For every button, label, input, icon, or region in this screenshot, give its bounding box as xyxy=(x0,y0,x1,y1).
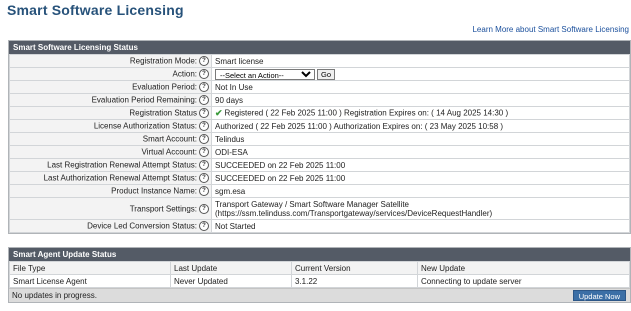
agent-update-panel: Smart Agent Update Status File Type Last… xyxy=(8,247,631,303)
license-auth-status-label: License Authorization Status: xyxy=(93,121,197,131)
row-virtual-account: Virtual Account:? ODI-ESA xyxy=(9,145,630,159)
transport-settings-label: Transport Settings: xyxy=(129,204,197,213)
virtual-account-label: Virtual Account: xyxy=(141,147,197,157)
agent-update-footer: No updates in progress. Update Now xyxy=(9,288,630,302)
transport-settings-line1: Transport Gateway / Smart Software Manag… xyxy=(215,199,410,209)
transport-settings-line2: (https://ssm.telinduss.com/Transportgate… xyxy=(215,208,493,218)
column-last-update: Last Update xyxy=(170,261,292,275)
product-instance-label: Product Instance Name: xyxy=(111,186,197,196)
new-update-cell: Connecting to update server xyxy=(417,274,630,288)
update-now-button[interactable]: Update Now xyxy=(572,290,626,301)
row-license-auth-status: License Authorization Status:? Authorize… xyxy=(9,119,630,133)
help-icon[interactable]: ? xyxy=(199,160,209,170)
evaluation-remaining-value: 90 days xyxy=(211,93,630,107)
help-icon[interactable]: ? xyxy=(199,108,209,118)
smart-account-label: Smart Account: xyxy=(142,134,197,144)
page-title: Smart Software Licensing xyxy=(7,2,184,18)
device-led-conversion-value: Not Started xyxy=(211,219,630,233)
virtual-account-value: ODI-ESA xyxy=(211,145,630,159)
column-current-version: Current Version xyxy=(291,261,418,275)
licensing-status-table: Registration Mode:? Smart license Action… xyxy=(9,54,630,233)
evaluation-period-value: Not In Use xyxy=(211,80,630,94)
help-icon[interactable]: ? xyxy=(199,69,209,79)
help-icon[interactable]: ? xyxy=(199,121,209,131)
help-icon[interactable]: ? xyxy=(199,221,209,231)
registration-mode-value: Smart license xyxy=(211,54,630,68)
help-icon[interactable]: ? xyxy=(199,186,209,196)
row-product-instance: Product Instance Name:? sgm.esa xyxy=(9,184,630,198)
help-icon[interactable]: ? xyxy=(199,134,209,144)
help-icon[interactable]: ? xyxy=(199,203,209,214)
row-evaluation-remaining: Evaluation Period Remaining:? 90 days xyxy=(9,93,630,107)
update-progress-text: No updates in progress. xyxy=(12,291,97,300)
help-icon[interactable]: ? xyxy=(199,95,209,105)
registration-status-value: Registered ( 22 Feb 2025 11:00 ) Registr… xyxy=(224,108,509,118)
licensing-status-panel: Smart Software Licensing Status Registra… xyxy=(8,40,631,234)
row-registration-status: Registration Status? ✔ Registered ( 22 Fe… xyxy=(9,106,630,120)
help-icon[interactable]: ? xyxy=(199,82,209,92)
product-instance-value: sgm.esa xyxy=(211,184,630,198)
column-file-type: File Type xyxy=(9,261,171,275)
last-update-cell: Never Updated xyxy=(170,274,292,288)
row-device-led-conversion: Device Led Conversion Status:? Not Start… xyxy=(9,219,630,233)
registration-mode-label: Registration Mode: xyxy=(129,56,197,66)
last-authorization-renewal-value: SUCCEEDED on 22 Feb 2025 11:00 xyxy=(211,171,630,185)
last-registration-renewal-label: Last Registration Renewal Attempt Status… xyxy=(47,160,197,170)
smart-account-value: Telindus xyxy=(211,132,630,146)
row-last-registration-renewal: Last Registration Renewal Attempt Status… xyxy=(9,158,630,172)
registration-status-label: Registration Status xyxy=(129,108,197,118)
help-icon[interactable]: ? xyxy=(199,56,209,66)
column-new-update: New Update xyxy=(417,261,630,275)
licensing-status-header: Smart Software Licensing Status xyxy=(9,41,630,54)
table-row: Smart License Agent Never Updated 3.1.22… xyxy=(9,274,630,288)
go-button[interactable]: Go xyxy=(317,68,336,80)
help-icon[interactable]: ? xyxy=(199,173,209,183)
current-version-cell: 3.1.22 xyxy=(291,274,418,288)
row-smart-account: Smart Account:? Telindus xyxy=(9,132,630,146)
row-transport-settings: Transport Settings:? Transport Gateway /… xyxy=(9,197,630,220)
agent-table-header-row: File Type Last Update Current Version Ne… xyxy=(9,261,630,275)
last-registration-renewal-value: SUCCEEDED on 22 Feb 2025 11:00 xyxy=(211,158,630,172)
evaluation-period-label: Evaluation Period: xyxy=(132,82,197,92)
last-authorization-renewal-label: Last Authorization Renewal Attempt Statu… xyxy=(43,173,197,183)
license-auth-status-value: Authorized ( 22 Feb 2025 11:00 ) Authori… xyxy=(211,119,630,133)
row-last-authorization-renewal: Last Authorization Renewal Attempt Statu… xyxy=(9,171,630,185)
action-label: Action: xyxy=(172,69,197,79)
device-led-conversion-label: Device Led Conversion Status: xyxy=(87,221,197,231)
file-type-cell: Smart License Agent xyxy=(9,274,171,288)
action-select[interactable]: --Select an Action-- xyxy=(215,68,315,80)
agent-update-header: Smart Agent Update Status xyxy=(9,248,630,261)
row-registration-mode: Registration Mode:? Smart license xyxy=(9,54,630,68)
agent-update-table: File Type Last Update Current Version Ne… xyxy=(9,261,630,288)
check-icon: ✔ xyxy=(215,107,223,118)
evaluation-remaining-label: Evaluation Period Remaining: xyxy=(91,95,197,105)
learn-more-link[interactable]: Learn More about Smart Software Licensin… xyxy=(472,25,629,34)
row-action: Action:? --Select an Action-- Go xyxy=(9,67,630,81)
help-icon[interactable]: ? xyxy=(199,147,209,157)
row-evaluation-period: Evaluation Period:? Not In Use xyxy=(9,80,630,94)
